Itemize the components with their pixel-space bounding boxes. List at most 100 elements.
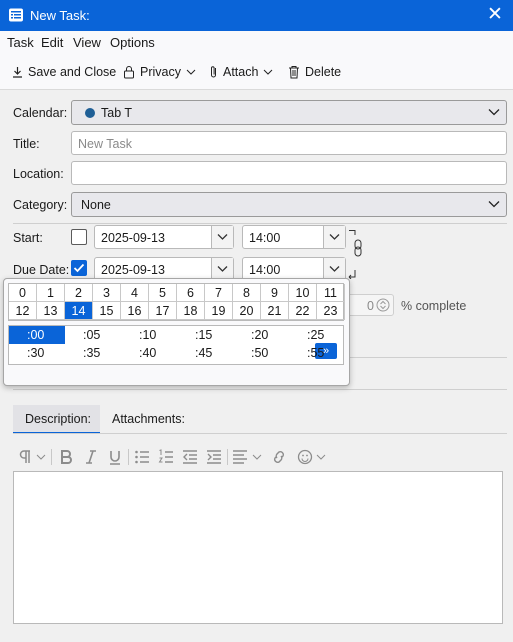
category-value: None: [81, 198, 111, 212]
hour-grid: 0 1 2 3 4 5 6 7 8 9 10 11 12 13 14 15 16 17 18 19 20 21 22 23: [8, 283, 345, 321]
hour-cell[interactable]: 6: [177, 284, 205, 302]
checkmark-icon: [73, 263, 85, 273]
minute-cell[interactable]: :50: [233, 344, 289, 362]
location-input[interactable]: [71, 161, 507, 185]
delete-button[interactable]: Delete: [288, 62, 341, 82]
start-time-dropdown[interactable]: [323, 226, 345, 248]
task-list-icon: [9, 8, 23, 22]
link-insert-icon[interactable]: [270, 449, 288, 465]
hour-cell[interactable]: 9: [261, 284, 289, 302]
minute-cell[interactable]: :55: [289, 344, 345, 362]
link-icon[interactable]: [348, 229, 364, 279]
tab-description[interactable]: Description:: [13, 405, 100, 434]
hour-cell[interactable]: 1: [37, 284, 65, 302]
due-date-dropdown[interactable]: [211, 258, 233, 280]
category-select[interactable]: None: [71, 192, 507, 217]
hour-cell[interactable]: 4: [121, 284, 149, 302]
hour-cell[interactable]: 0: [9, 284, 37, 302]
hour-cell[interactable]: 2: [65, 284, 93, 302]
increase-indent-icon[interactable]: [206, 449, 222, 465]
menu-task[interactable]: Task: [7, 35, 34, 50]
toolbar-separator: [51, 449, 52, 465]
hour-cell[interactable]: 19: [205, 302, 233, 320]
bulleted-list-icon[interactable]: [134, 449, 150, 465]
minute-cell[interactable]: :05: [65, 326, 121, 344]
start-time-input[interactable]: 14:00: [242, 225, 346, 249]
download-icon: [13, 67, 22, 78]
time-picker-popup: 0 1 2 3 4 5 6 7 8 9 10 11 12 13 14 15 16 17 18 19 20 21 22 23 »…: [3, 278, 350, 386]
minute-cell[interactable]: :00: [9, 326, 65, 344]
title-placeholder: New Task: [78, 137, 132, 151]
minute-cell[interactable]: :45: [177, 344, 233, 362]
menu-edit[interactable]: Edit: [41, 35, 63, 50]
hour-cell[interactable]: 16: [121, 302, 149, 320]
description-editor[interactable]: [13, 471, 503, 624]
toolbar-separator: [128, 449, 129, 465]
tab-attachments[interactable]: Attachments:: [112, 405, 185, 434]
bold-icon[interactable]: [58, 449, 74, 465]
category-label: Category:: [13, 198, 68, 212]
divider: [13, 223, 507, 224]
hour-cell[interactable]: 8: [233, 284, 261, 302]
chevron-down-icon: [488, 109, 500, 116]
divider: [13, 433, 507, 434]
decrease-indent-icon[interactable]: [182, 449, 198, 465]
numbered-list-icon[interactable]: [158, 449, 174, 465]
hour-cell[interactable]: 20: [233, 302, 261, 320]
underline-icon[interactable]: [107, 449, 123, 465]
emoji-icon[interactable]: [297, 449, 329, 465]
start-time-value: 14:00: [249, 231, 281, 245]
due-time-dropdown[interactable]: [323, 258, 345, 280]
divider: [13, 389, 507, 390]
percent-complete-label: % complete: [401, 299, 467, 313]
minute-cell[interactable]: :30: [9, 344, 65, 362]
hour-cell[interactable]: 21: [261, 302, 289, 320]
chevron-down-icon: [329, 234, 340, 240]
minute-cell[interactable]: :25: [289, 326, 345, 344]
attach-button[interactable]: Attach: [209, 62, 273, 82]
calendar-value: Tab T: [101, 106, 133, 120]
start-date-value: 2025-09-13: [101, 231, 165, 245]
start-date-input[interactable]: 2025-09-13: [94, 225, 234, 249]
minute-cell[interactable]: :10: [121, 326, 177, 344]
hour-cell[interactable]: 14: [65, 302, 93, 320]
start-date-dropdown[interactable]: [211, 226, 233, 248]
start-checkbox[interactable]: [71, 229, 87, 245]
hour-cell[interactable]: 5: [149, 284, 177, 302]
toolbar: Save and Close Privacy Attach Delete: [0, 55, 513, 90]
hour-cell[interactable]: 17: [149, 302, 177, 320]
privacy-button[interactable]: Privacy: [123, 62, 196, 82]
hour-cell[interactable]: 10: [289, 284, 317, 302]
hour-cell[interactable]: 12: [9, 302, 37, 320]
hour-cell[interactable]: 7: [205, 284, 233, 302]
hour-cell[interactable]: 23: [317, 302, 345, 320]
chevron-down-icon: [217, 234, 228, 240]
due-time-value: 14:00: [249, 263, 281, 277]
start-label: Start:: [13, 231, 43, 245]
align-icon[interactable]: [232, 449, 266, 465]
due-date-checkbox[interactable]: [71, 260, 87, 276]
italic-icon[interactable]: [83, 449, 99, 465]
hour-cell[interactable]: 18: [177, 302, 205, 320]
close-icon[interactable]: ✕: [487, 5, 503, 24]
chevron-down-icon: [217, 266, 228, 272]
save-and-close-button[interactable]: Save and Close: [12, 62, 116, 82]
minute-grid: » :00:05:10:15:20:25:30:35:40:45:50:55: [8, 325, 344, 365]
hour-cell[interactable]: 3: [93, 284, 121, 302]
hour-cell[interactable]: 15: [93, 302, 121, 320]
minute-cell[interactable]: :40: [121, 344, 177, 362]
calendar-select[interactable]: Tab T: [71, 100, 507, 125]
title-input[interactable]: New Task: [71, 131, 507, 155]
paragraph-icon[interactable]: [18, 449, 48, 465]
hour-cell[interactable]: 11: [317, 284, 345, 302]
hour-cell[interactable]: 22: [289, 302, 317, 320]
minute-cell[interactable]: :35: [65, 344, 121, 362]
menu-options[interactable]: Options: [110, 35, 155, 50]
hour-cell[interactable]: 13: [37, 302, 65, 320]
minute-cell[interactable]: :15: [177, 326, 233, 344]
spinner-arrows-icon[interactable]: [376, 298, 390, 312]
minute-cell[interactable]: :20: [233, 326, 289, 344]
chevron-down-icon: [264, 69, 273, 75]
save-and-close-label: Save and Close: [28, 65, 117, 79]
menu-view[interactable]: View: [73, 35, 101, 50]
